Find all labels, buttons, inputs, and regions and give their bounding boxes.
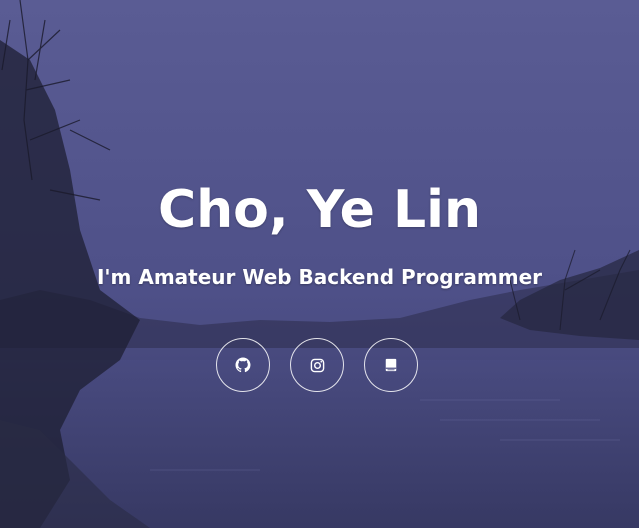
instagram-icon [310, 358, 324, 372]
hero-section: Cho, Ye Lin I'm Amateur Web Backend Prog… [0, 0, 639, 528]
social-links [0, 338, 639, 392]
page-title: Cho, Ye Lin [158, 180, 481, 240]
page-subtitle: I'm Amateur Web Backend Programmer [96, 265, 543, 289]
github-link[interactable] [216, 338, 270, 392]
github-icon [235, 357, 251, 373]
blog-link[interactable] [364, 338, 418, 392]
instagram-link[interactable] [290, 338, 344, 392]
notebook-icon [385, 358, 397, 372]
hero-content: Cho, Ye Lin I'm Amateur Web Backend Prog… [0, 0, 639, 528]
